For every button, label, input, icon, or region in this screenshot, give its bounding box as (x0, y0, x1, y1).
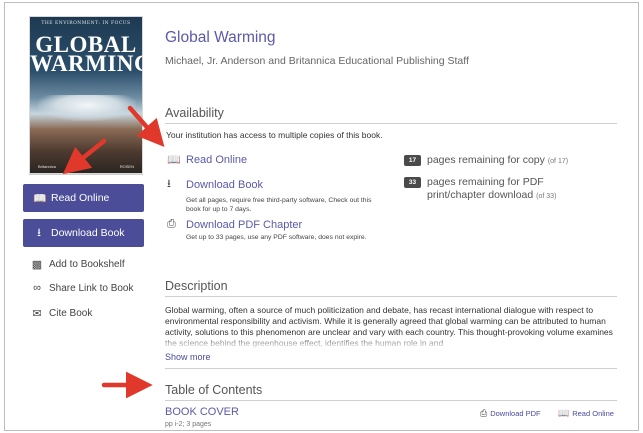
toc-download-pdf-label: Download PDF (490, 409, 541, 418)
cover-title-line2: WARMING (30, 51, 143, 76)
pdf-pages-badge: 33 (404, 177, 421, 188)
link-icon: ∞ (33, 282, 41, 294)
toc-heading: Table of Contents (165, 383, 263, 397)
quote-bubble-icon: ✉ (32, 308, 42, 320)
download-book-button[interactable]: ⭳ Download Book (23, 219, 144, 247)
pdf-pages-label-2: print/chapter download (427, 189, 534, 201)
pdf-pages-label-1: pages remaining for PDF (427, 176, 544, 188)
add-to-bookshelf-link[interactable]: ▩ Add to Bookshelf (31, 258, 125, 271)
download-pdf-description: Get up to 33 pages, use any PDF software… (186, 234, 367, 241)
copy-pages-badge: 17 (404, 155, 421, 166)
cover-glacier-art (38, 95, 136, 121)
availability-download-pdf: ⎙ Download PDF Chapter Get up to 33 page… (167, 218, 376, 242)
cite-book-label: Cite Book (49, 308, 93, 319)
toc-item-title[interactable]: BOOK COVER (165, 406, 239, 418)
pdf-pages-total: (of 33) (536, 193, 557, 200)
pdf-pages-text: pages remaining for PDF print/chapter do… (427, 176, 556, 203)
cover-publisher-left: Britannica (38, 164, 56, 169)
show-more-link[interactable]: Show more (165, 352, 211, 362)
book-open-icon: 📖 (167, 154, 181, 166)
cite-book-link[interactable]: ✉ Cite Book (31, 307, 92, 320)
copy-pages-total: (of 17) (547, 158, 569, 165)
download-icon: ⭳ (37, 226, 41, 239)
description-heading: Description (165, 279, 228, 293)
download-book-link[interactable]: Download Book (186, 179, 263, 191)
book-cover-image: THE ENVIRONMENT: IN FOCUS GLOBAL WARMING… (29, 16, 143, 174)
bookshelf-add-icon: ▩ (31, 259, 43, 271)
cover-divider (29, 174, 143, 175)
book-title: Global Warming (165, 29, 276, 46)
download-book-description: Get all pages, require free third-party … (186, 197, 372, 213)
toc-item-pages: pp i-2; 3 pages (165, 421, 212, 428)
availability-download-book: ⭳ Download Book Get all pages, require f… (167, 175, 376, 214)
toc-divider (165, 400, 617, 401)
book-open-icon: 📖 (33, 192, 47, 205)
add-to-bookshelf-label: Add to Bookshelf (49, 259, 125, 270)
availability-read-online: 📖 Read Online (167, 153, 247, 167)
toc-download-pdf-link[interactable]: ⎙ Download PDF (480, 408, 541, 419)
share-link-label: Share Link to Book (49, 282, 134, 294)
description-bottom-divider (165, 368, 617, 369)
availability-divider (165, 123, 617, 124)
availability-heading: Availability (165, 106, 224, 120)
download-pdf-chapter-link[interactable]: Download PDF Chapter (186, 219, 302, 231)
access-note: Your institution has access to multiple … (166, 130, 383, 140)
toc-read-online-link[interactable]: 📖 Read Online (558, 408, 614, 419)
book-authors: Michael, Jr. Anderson and Britannica Edu… (165, 55, 469, 67)
description-fade (165, 335, 620, 349)
pdf-pages-remaining: 33 pages remaining for PDF print/chapter… (404, 176, 556, 203)
book-open-icon: 📖 (558, 408, 570, 418)
copy-pages-text: pages remaining for copy (of 17) (427, 154, 568, 168)
read-online-button-label: Read Online (51, 192, 110, 204)
printer-icon: ⎙ (480, 408, 488, 418)
description-divider (165, 296, 617, 297)
read-online-button[interactable]: 📖 Read Online (23, 184, 144, 212)
printer-icon: ⎙ (167, 218, 176, 230)
cover-publisher-right: ROSEN (119, 164, 134, 169)
cover-series-text: THE ENVIRONMENT: IN FOCUS (41, 21, 131, 26)
copy-pages-label: pages remaining for copy (427, 154, 545, 166)
copy-pages-remaining: 17 pages remaining for copy (of 17) (404, 154, 568, 168)
download-book-button-label: Download Book (51, 227, 125, 239)
cover-footer: Britannica ROSEN (30, 164, 142, 169)
toc-read-online-label: Read Online (572, 409, 614, 418)
share-link-to-book[interactable]: ∞ Share Link to Book (31, 282, 134, 294)
cover-title: GLOBAL WARMING (30, 33, 143, 76)
download-icon: ⭳ (167, 178, 171, 190)
read-online-link[interactable]: Read Online (186, 154, 247, 166)
